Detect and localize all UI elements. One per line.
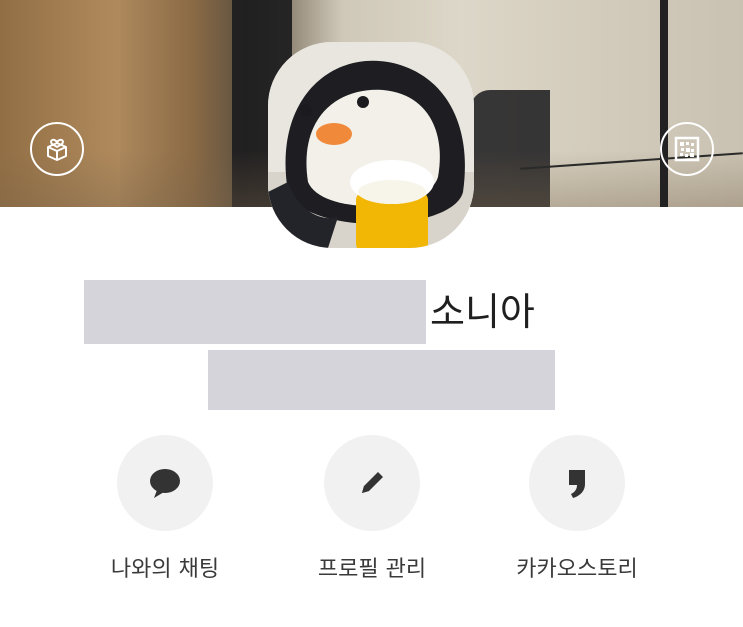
avatar-penguin-image <box>268 42 474 248</box>
profile-avatar[interactable] <box>268 42 474 248</box>
kakaostory-icon <box>569 470 585 498</box>
gift-button[interactable] <box>30 122 84 176</box>
gift-icon <box>47 138 67 161</box>
action-circle <box>117 435 213 531</box>
name-redaction <box>84 280 426 344</box>
action-circle <box>529 435 625 531</box>
qr-code-icon <box>674 136 700 162</box>
action-label: 나와의 채팅 <box>110 557 220 582</box>
action-circle <box>324 435 420 531</box>
chat-with-me-button[interactable]: 나와의 채팅 <box>65 435 265 595</box>
chat-bubble-icon <box>150 469 180 498</box>
qr-code-button[interactable] <box>660 122 714 176</box>
profile-name-row: 소니아 <box>0 280 743 344</box>
profile-name: 소니아 <box>430 290 535 334</box>
action-label: 프로필 관리 <box>317 557 427 582</box>
pencil-icon <box>362 472 383 493</box>
action-label: 카카오스토리 <box>516 557 638 582</box>
status-message-redaction <box>208 350 555 410</box>
kakaostory-button[interactable]: 카카오스토리 <box>477 435 677 595</box>
cover-background-stand <box>660 0 668 207</box>
profile-manage-button[interactable]: 프로필 관리 <box>272 435 472 595</box>
